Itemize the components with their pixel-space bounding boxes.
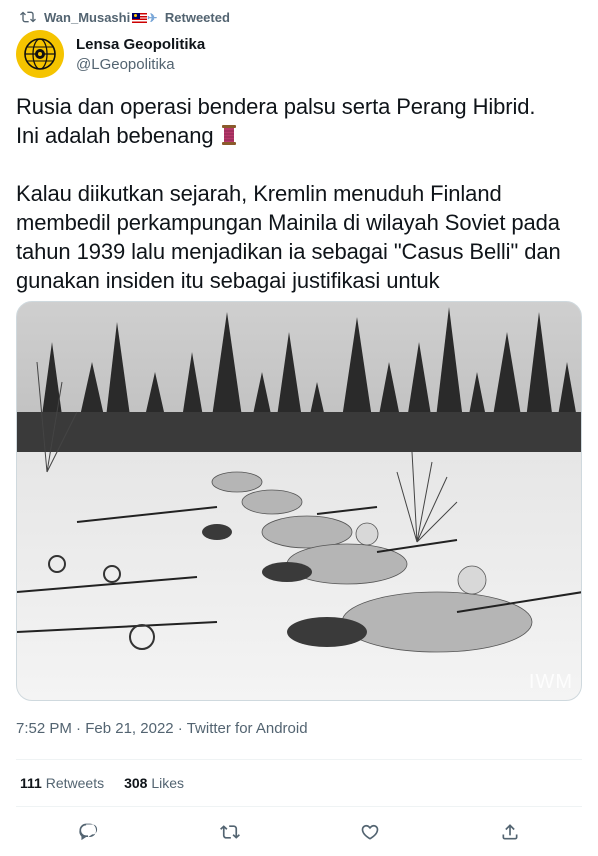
tweet-actions — [0, 820, 598, 844]
meta-separator: · — [71, 720, 86, 737]
retweet-context: Wan_Musashi ✈ Retweeted — [20, 8, 230, 26]
reply-icon — [79, 823, 98, 841]
like-icon — [361, 824, 379, 840]
divider — [16, 759, 582, 760]
photo-watermark: IWM — [528, 671, 573, 693]
retweeter-name[interactable]: Wan_Musashi — [44, 10, 130, 25]
tweet-paragraph-2: Kalau diikutkan sejarah, Kremlin menuduh… — [16, 181, 561, 293]
tweet-date[interactable]: Feb 21, 2022 — [85, 720, 173, 737]
author-handle[interactable]: @LGeopolitika — [76, 55, 205, 74]
retweet-icon — [20, 11, 36, 23]
tweet-source: Twitter for Android — [186, 720, 308, 737]
author-name[interactable]: Lensa Geopolitika — [76, 35, 205, 54]
tweet-text: Rusia dan operasi bendera palsu serta Pe… — [16, 92, 582, 295]
tweet-meta: 7:52 PM · Feb 21, 2022 · Twitter for And… — [16, 720, 308, 737]
share-icon — [502, 824, 518, 840]
share-button[interactable] — [498, 820, 522, 844]
meta-separator: · — [173, 720, 187, 737]
airplane-icon: ✈ — [147, 10, 158, 25]
globe-logo-icon — [17, 31, 63, 77]
retweets-stat[interactable]: 111 Retweets — [20, 775, 104, 791]
divider — [16, 806, 582, 807]
avatar[interactable] — [16, 30, 64, 78]
reply-button[interactable] — [76, 820, 100, 844]
retweet-icon — [220, 825, 240, 839]
photo-soldiers-in-snow — [17, 302, 581, 700]
tweet-stats: 111 Retweets 308 Likes — [20, 775, 184, 791]
like-button[interactable] — [358, 820, 382, 844]
tweet-author[interactable]: Lensa Geopolitika @LGeopolitika — [76, 35, 205, 74]
retweeted-label: Retweeted — [164, 9, 230, 25]
malaysia-flag-icon — [132, 12, 148, 23]
tweet-photo[interactable]: IWM — [16, 301, 582, 701]
tweet-line-1: Rusia dan operasi bendera palsu serta Pe… — [16, 94, 536, 148]
thread-spool-icon — [220, 124, 238, 146]
retweet-button[interactable] — [218, 820, 242, 844]
tweet-time[interactable]: 7:52 PM — [16, 720, 72, 737]
likes-stat[interactable]: 308 Likes — [124, 775, 184, 791]
